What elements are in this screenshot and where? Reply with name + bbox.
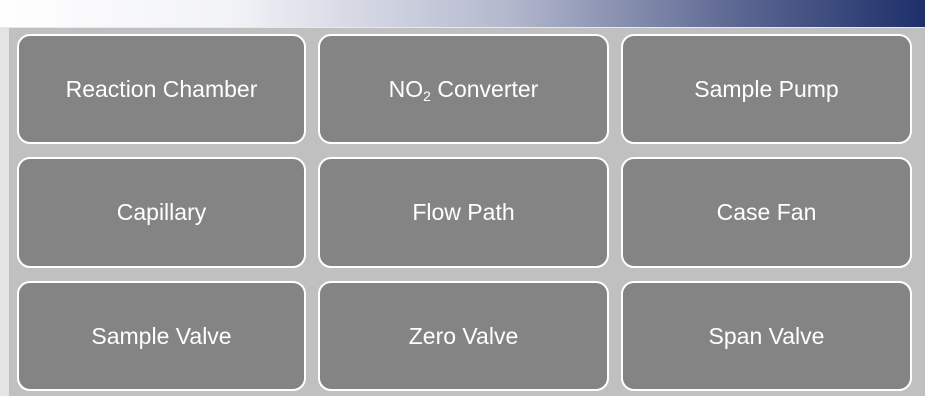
diagnostic-menu-grid: Reaction Chamber NO2 Converter Sample Pu…	[17, 34, 918, 391]
capillary-label: Capillary	[116, 199, 207, 225]
sample-valve-label: Sample Valve	[91, 322, 232, 349]
no2-converter-label-suffix: Converter	[430, 75, 539, 102]
span-valve-label: Span Valve	[708, 322, 825, 349]
left-edge-strip	[0, 28, 9, 396]
sample-pump-label: Sample Pump	[694, 75, 839, 102]
no2-converter-button[interactable]: NO2 Converter	[318, 34, 609, 144]
case-fan-button[interactable]: Case Fan	[621, 157, 912, 268]
title-bar	[0, 0, 925, 28]
app-window: Reaction Chamber NO2 Converter Sample Pu…	[0, 0, 925, 396]
capillary-button[interactable]: Capillary	[17, 157, 306, 268]
no2-converter-label: NO2 Converter	[389, 76, 539, 103]
case-fan-label: Case Fan	[716, 199, 817, 225]
reaction-chamber-label: Reaction Chamber	[65, 75, 258, 102]
zero-valve-label: Zero Valve	[408, 322, 519, 349]
sample-valve-button[interactable]: Sample Valve	[17, 281, 306, 391]
no2-converter-label-subscript: 2	[423, 87, 431, 104]
zero-valve-button[interactable]: Zero Valve	[318, 281, 609, 391]
reaction-chamber-button[interactable]: Reaction Chamber	[17, 34, 306, 144]
no2-converter-label-prefix: NO	[388, 75, 424, 102]
span-valve-button[interactable]: Span Valve	[621, 281, 912, 391]
sample-pump-button[interactable]: Sample Pump	[621, 34, 912, 144]
flow-path-label: Flow Path	[412, 199, 515, 225]
flow-path-button[interactable]: Flow Path	[318, 157, 609, 268]
